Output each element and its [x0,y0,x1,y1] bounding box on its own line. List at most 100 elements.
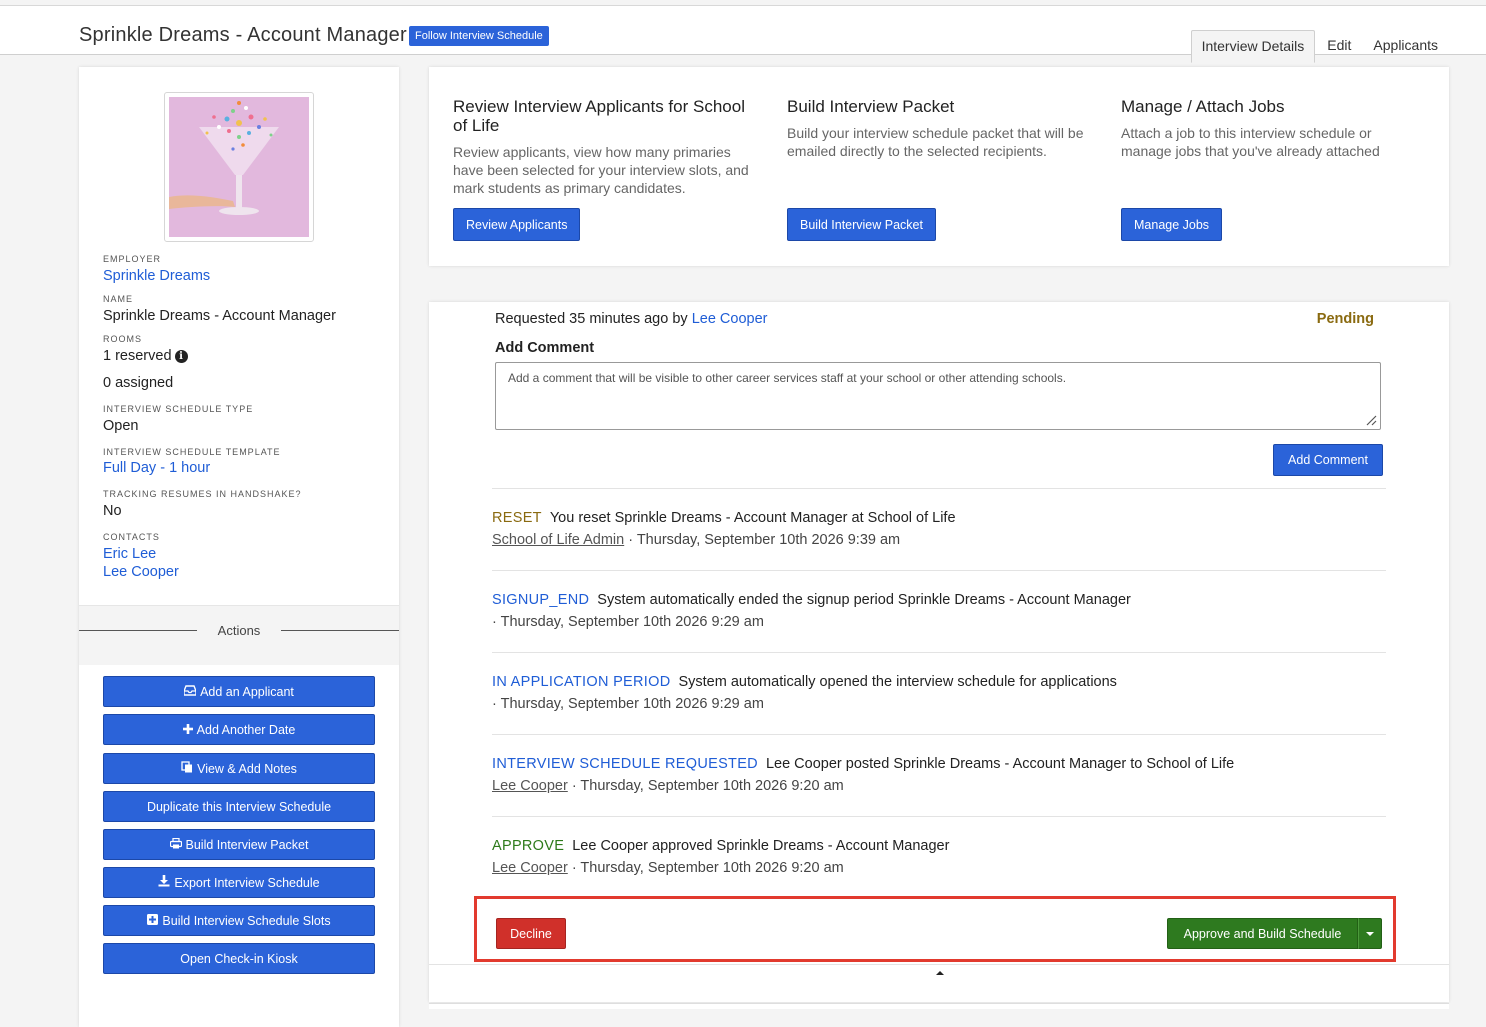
type-label: INTERVIEW SCHEDULE TYPE [103,404,254,414]
event-kind: INTERVIEW SCHEDULE REQUESTED [492,756,758,772]
feature-jobs-title: Manage / Attach Jobs [1121,97,1285,116]
card-footer-divider [429,964,1449,965]
event-kind: IN APPLICATION PERIOD [492,674,671,690]
status-pending: Pending [1316,311,1374,327]
approve-build-schedule-button[interactable]: Approve and Build Schedule [1167,918,1358,949]
actions-rule-left [79,630,197,631]
event-author-link[interactable]: Lee Cooper [492,778,568,794]
schedule-type: Open [103,418,139,434]
add-another-date-label: Add Another Date [196,722,296,737]
add-applicant-label: Add an Applicant [200,684,294,699]
page-header: Sprinkle Dreams - Account Manager Follow… [0,6,1486,63]
inbox-icon [183,684,197,699]
event-kind: APPROVE [492,838,565,854]
event-author-link[interactable]: School of Life Admin [492,532,624,548]
request-prefix: Requested 35 minutes ago by [495,311,688,327]
event-approve: APPROVE Lee Cooper approved Sprinkle Drea… [492,838,1386,876]
employer-label: EMPLOYER [103,254,162,264]
add-comment-label: Add Comment [495,340,595,356]
event-meta: · Thursday, September 10th 2026 9:29 am [492,696,1386,712]
tab-bar: Interview Details Edit Applicants [1189,30,1448,63]
open-checkin-kiosk-button[interactable]: Open Check-in Kiosk [103,943,375,974]
divider [492,488,1386,489]
event-signup-end: SIGNUP_END System automatically ended the… [492,592,1386,630]
feature-packet-desc: Build your interview schedule packet tha… [787,125,1084,159]
page-title: Sprinkle Dreams - Account Manager [79,24,407,46]
employer-logo [169,97,309,237]
download-icon [158,875,170,890]
tab-interview-details[interactable]: Interview Details [1190,30,1316,63]
event-text: System automatically ended the signup pe… [597,592,1131,608]
build-interview-packet-sidebar-label: Build Interview Packet [185,837,309,852]
feature-packet-title: Build Interview Packet [787,97,955,116]
export-schedule-button[interactable]: Export Interview Schedule [103,867,375,898]
event-kind: RESET [492,510,542,526]
feature-jobs-desc: Attach a job to this interview schedule … [1121,125,1380,159]
rooms-assigned: 0 assigned [103,375,174,391]
name-label: NAME [103,294,134,304]
event-time: · Thursday, September 10th 2026 9:29 am [492,614,764,630]
view-add-notes-button[interactable]: View & Add Notes [103,753,375,784]
info-icon[interactable]: i [174,350,188,363]
collapse-caret-icon[interactable] [936,971,944,975]
event-line: APPROVE Lee Cooper approved Sprinkle Drea… [492,838,1386,854]
divider [492,816,1386,817]
actions-rule-right [281,630,399,631]
contact-link-eric-lee[interactable]: Eric Lee [103,546,156,562]
event-meta: Lee Cooper · Thursday, September 10th 20… [492,860,1386,876]
feature-review-applicants: Review Interview Applicants for School o… [453,97,758,197]
add-another-date-button[interactable]: Add Another Date [103,714,375,745]
copy-icon [181,761,193,776]
plus-square-icon [147,913,159,928]
rooms-reserved: 1 reserved i [103,348,188,364]
divider [492,570,1386,571]
event-time: · Thursday, September 10th 2026 9:20 am [571,778,844,794]
resize-grip-icon[interactable] [1365,414,1377,426]
contact-link-lee-cooper[interactable]: Lee Cooper [103,564,179,580]
tracking-value: No [103,503,122,519]
event-line: IN APPLICATION PERIOD System automaticall… [492,674,1386,690]
feature-build-packet: Build Interview Packet Build your interv… [787,97,1092,160]
add-comment-button[interactable]: Add Comment [1273,444,1383,476]
build-schedule-slots-label: Build Interview Schedule Slots [162,913,331,928]
next-card-edge [429,1003,1449,1009]
review-applicants-button[interactable]: Review Applicants [453,208,581,241]
request-info: Requested 35 minutes ago by Lee Cooper [495,311,767,327]
print-icon [169,837,182,852]
event-text: Lee Cooper approved Sprinkle Dreams - Ac… [572,838,950,854]
template-label: INTERVIEW SCHEDULE TEMPLATE [103,447,281,457]
feature-review-title: Review Interview Applicants for School o… [453,97,745,135]
build-interview-packet-sidebar-button[interactable]: Build Interview Packet [103,829,375,860]
duplicate-schedule-button[interactable]: Duplicate this Interview Schedule [103,791,375,822]
caret-down-icon [1366,931,1374,936]
decision-highlight: Decline Approve and Build Schedule [474,896,1396,962]
event-text: System automatically opened the intervie… [678,674,1117,690]
rooms-label: ROOMS [103,334,143,344]
event-meta: School of Life Admin · Thursday, Septemb… [492,532,1386,548]
event-line: SIGNUP_END System automatically ended the… [492,592,1386,608]
employer-logo-frame [164,92,314,242]
event-schedule-requested: INTERVIEW SCHEDULE REQUESTED Lee Cooper p… [492,756,1386,794]
event-meta: Lee Cooper · Thursday, September 10th 20… [492,778,1386,794]
tab-edit[interactable]: Edit [1317,30,1361,63]
schedule-name: Sprinkle Dreams - Account Manager [103,308,336,324]
actions-divider [79,605,399,606]
event-time: · Thursday, September 10th 2026 9:20 am [571,860,844,876]
build-interview-packet-button[interactable]: Build Interview Packet [787,208,936,241]
comment-textarea[interactable]: Add a comment that will be visible to ot… [495,362,1381,430]
tab-applicants[interactable]: Applicants [1363,30,1448,63]
employer-link[interactable]: Sprinkle Dreams [103,268,210,284]
template-link[interactable]: Full Day - 1 hour [103,460,210,476]
feature-card: Review Interview Applicants for School o… [429,67,1449,266]
feature-manage-jobs: Manage / Attach Jobs Attach a job to thi… [1121,97,1426,160]
build-schedule-slots-button[interactable]: Build Interview Schedule Slots [103,905,375,936]
add-applicant-button[interactable]: Add an Applicant [103,676,375,707]
manage-jobs-button[interactable]: Manage Jobs [1121,208,1223,241]
open-checkin-kiosk-label: Open Check-in Kiosk [180,951,298,966]
event-author-link[interactable]: Lee Cooper [492,860,568,876]
decline-button[interactable]: Decline [496,918,566,949]
plus-icon [182,723,193,737]
requester-link[interactable]: Lee Cooper [692,311,768,327]
rooms-reserved-text: 1 reserved [103,348,172,364]
approve-options-dropdown[interactable] [1358,918,1382,949]
